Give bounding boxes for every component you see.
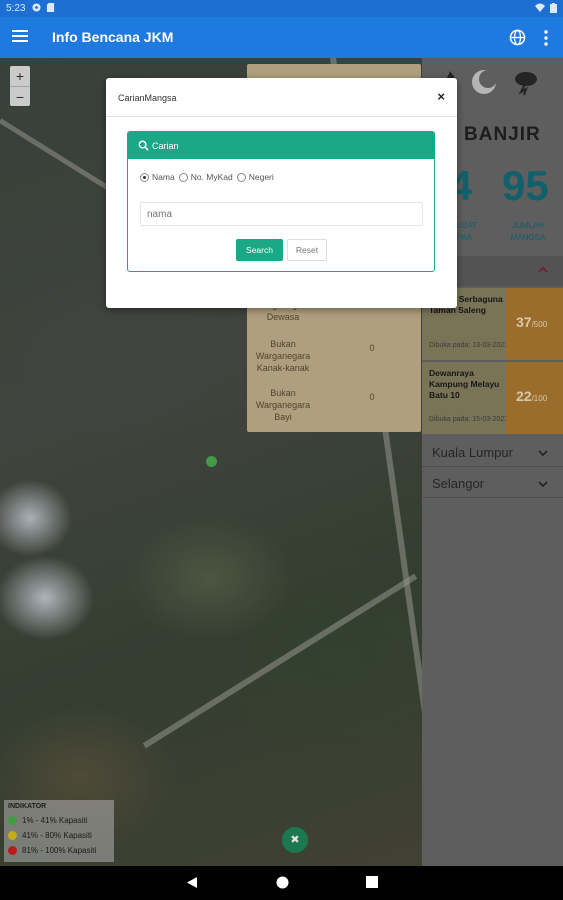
status-bar: 5:23	[0, 0, 563, 17]
back-icon[interactable]	[186, 876, 198, 889]
globe-icon[interactable]	[509, 29, 526, 46]
battery-icon	[550, 3, 557, 13]
sd-card-icon	[46, 3, 55, 12]
radio-nama[interactable]	[140, 172, 149, 182]
search-panel-title: Carian	[152, 141, 179, 151]
dialog-divider	[106, 116, 457, 117]
system-nav-bar	[0, 866, 563, 900]
search-button[interactable]: Search	[236, 239, 283, 261]
app-notification-icon	[32, 3, 41, 12]
more-vert-icon[interactable]	[543, 30, 549, 46]
radio-label: Nama	[152, 172, 175, 182]
search-icon	[138, 140, 149, 151]
menu-icon[interactable]	[12, 29, 28, 43]
search-panel: Carian Nama No. MyKad Negeri Search Rese…	[127, 131, 435, 272]
dialog-title: CarianMangsa	[118, 93, 177, 103]
app-bar: Info Bencana JKM	[0, 17, 563, 58]
search-type-options: Nama No. MyKad Negeri	[140, 172, 278, 182]
close-button[interactable]: ×	[437, 89, 445, 104]
radio-label: No. MyKad	[190, 172, 233, 182]
status-time: 5:23	[6, 3, 26, 14]
app-title: Info Bencana JKM	[52, 29, 174, 45]
reset-button[interactable]: Reset	[287, 239, 327, 261]
radio-label: Negeri	[248, 172, 274, 182]
radio-negeri[interactable]	[236, 172, 246, 182]
wifi-icon	[535, 3, 545, 12]
search-input[interactable]	[140, 202, 423, 226]
recents-icon[interactable]	[366, 876, 378, 888]
radio-mykad[interactable]	[178, 172, 188, 182]
home-icon[interactable]	[276, 876, 289, 889]
search-panel-header: Carian	[128, 132, 434, 159]
search-victim-dialog: CarianMangsa × Carian Nama No. MyKad Neg…	[106, 78, 457, 308]
